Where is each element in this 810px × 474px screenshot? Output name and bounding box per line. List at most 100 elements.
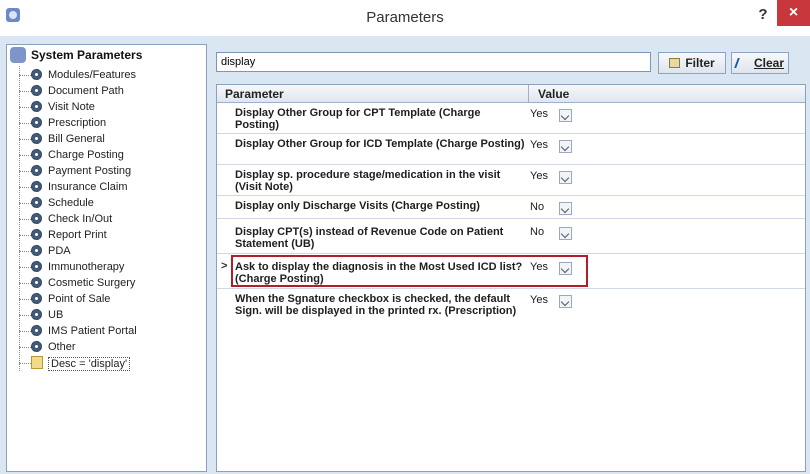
tree-item-insurance-claim[interactable]: Insurance Claim [19, 179, 204, 195]
table-row[interactable]: Display only Discharge Visits (Charge Po… [217, 196, 805, 219]
table-row[interactable]: Display sp. procedure stage/medication i… [217, 165, 805, 196]
gear-icon [31, 181, 42, 192]
clear-button[interactable]: Clear [731, 52, 789, 74]
clear-button-label: Clear [753, 56, 785, 70]
tree-root-label: System Parameters [31, 48, 143, 62]
value-text: Yes [530, 170, 548, 182]
chevron-down-icon[interactable] [559, 295, 572, 308]
tree-item-label: Insurance Claim [48, 181, 128, 193]
gear-icon [31, 69, 42, 80]
tree-item-label: Bill General [48, 133, 105, 145]
gear-icon [31, 293, 42, 304]
parameter-tree[interactable]: System Parameters Modules/Features Docum… [6, 44, 207, 472]
tree-item-label: Schedule [48, 197, 94, 209]
gear-icon [31, 325, 42, 336]
chevron-down-icon[interactable] [559, 109, 572, 122]
gear-icon [31, 213, 42, 224]
tree-item-label: Document Path [48, 85, 124, 97]
value-select[interactable]: Yes [530, 170, 588, 187]
column-separator[interactable] [528, 85, 529, 102]
tree-item-label: Report Print [48, 229, 107, 241]
tree-item-visit-note[interactable]: Visit Note [19, 99, 204, 115]
gear-icon [31, 117, 42, 128]
dialog-client-area: System Parameters Modules/Features Docum… [0, 36, 810, 474]
column-header-value[interactable]: Value [534, 87, 569, 101]
tree-item-label: Other [48, 341, 76, 353]
tree-item-modules-features[interactable]: Modules/Features [19, 67, 204, 83]
tree-item-document-path[interactable]: Document Path [19, 83, 204, 99]
help-button[interactable]: ? [752, 4, 774, 26]
tree-item-label: Check In/Out [48, 213, 113, 225]
value-select[interactable]: Yes [530, 294, 588, 311]
filter-button-label: Filter [685, 56, 715, 70]
tree-item-label: PDA [48, 245, 71, 257]
gear-icon [31, 149, 42, 160]
gear-icon [31, 165, 42, 176]
search-input[interactable] [216, 52, 651, 72]
eraser-icon [734, 58, 751, 68]
current-row-indicator: > [221, 260, 228, 272]
column-header-parameter[interactable]: Parameter [225, 87, 284, 101]
filter-icon [669, 58, 681, 68]
value-select[interactable]: Yes [530, 108, 588, 125]
tree-item-prescription[interactable]: Prescription [19, 115, 204, 131]
table-row[interactable]: Display Other Group for CPT Template (Ch… [217, 103, 805, 134]
gear-icon [31, 133, 42, 144]
tree-item-ims-patient-portal[interactable]: IMS Patient Portal [19, 323, 204, 339]
tree-item-schedule[interactable]: Schedule [19, 195, 204, 211]
tree-item-payment-posting[interactable]: Payment Posting [19, 163, 204, 179]
parameter-cell: Display Other Group for CPT Template (Ch… [235, 107, 481, 131]
value-text: Yes [530, 108, 548, 120]
table-row[interactable]: Display CPT(s) instead of Revenue Code o… [217, 219, 805, 254]
chevron-down-icon[interactable] [559, 171, 572, 184]
table-row[interactable]: Display Other Group for ICD Template (Ch… [217, 134, 805, 165]
tree-item-check-in-out[interactable]: Check In/Out [19, 211, 204, 227]
tree-item-charge-posting[interactable]: Charge Posting [19, 147, 204, 163]
chevron-down-icon[interactable] [559, 227, 572, 240]
parameters-grid[interactable]: Parameter Value Display Other Group for … [216, 84, 806, 472]
filter-button[interactable]: Filter [658, 52, 726, 74]
parameter-cell: Display sp. procedure stage/medication i… [235, 169, 501, 193]
tree-item-point-of-sale[interactable]: Point of Sale [19, 291, 204, 307]
gear-icon [31, 341, 42, 352]
tree-item-label: Point of Sale [48, 293, 111, 305]
title-bar: Parameters ? × [0, 0, 810, 36]
tree-item-label: Charge Posting [48, 149, 124, 161]
tree-item-desc-filter[interactable]: Desc = 'display' [19, 355, 204, 371]
tree-item-other[interactable]: Other [19, 339, 204, 355]
tree-item-label: Cosmetic Surgery [48, 277, 136, 289]
chevron-down-icon[interactable] [559, 140, 572, 153]
gear-icon [31, 245, 42, 256]
grid-header: Parameter Value [217, 85, 805, 103]
parameter-cell: Display Other Group for ICD Template (Ch… [235, 138, 525, 150]
gear-icon [31, 261, 42, 272]
tree-item-immunotherapy[interactable]: Immunotherapy [19, 259, 204, 275]
close-button[interactable]: × [777, 0, 810, 26]
tree-item-label: Immunotherapy [48, 261, 125, 273]
tree-item-label: Desc = 'display' [48, 357, 131, 371]
value-select[interactable]: No [530, 201, 588, 218]
value-select[interactable]: Yes [530, 139, 588, 156]
table-row[interactable]: When the Sgnature checkbox is checked, t… [217, 289, 805, 337]
filter-node-icon [31, 356, 43, 369]
value-text: Yes [530, 294, 548, 306]
value-text: Yes [530, 139, 548, 151]
window-title: Parameters [366, 9, 444, 26]
gear-icon [31, 229, 42, 240]
tree-item-report-print[interactable]: Report Print [19, 227, 204, 243]
tree-item-pda[interactable]: PDA [19, 243, 204, 259]
parameter-cell: Display CPT(s) instead of Revenue Code o… [235, 226, 504, 250]
highlight-annotation [231, 255, 588, 287]
value-select[interactable]: No [530, 226, 588, 243]
tree-item-ub[interactable]: UB [19, 307, 204, 323]
gear-icon [31, 309, 42, 320]
gear-icon [31, 277, 42, 288]
system-parameters-icon [10, 47, 26, 63]
gear-icon [31, 85, 42, 96]
tree-item-label: UB [48, 309, 64, 321]
value-text: No [530, 226, 545, 238]
chevron-down-icon[interactable] [559, 202, 572, 215]
tree-item-label: Visit Note [48, 101, 95, 113]
tree-item-cosmetic-surgery[interactable]: Cosmetic Surgery [19, 275, 204, 291]
tree-item-bill-general[interactable]: Bill General [19, 131, 204, 147]
